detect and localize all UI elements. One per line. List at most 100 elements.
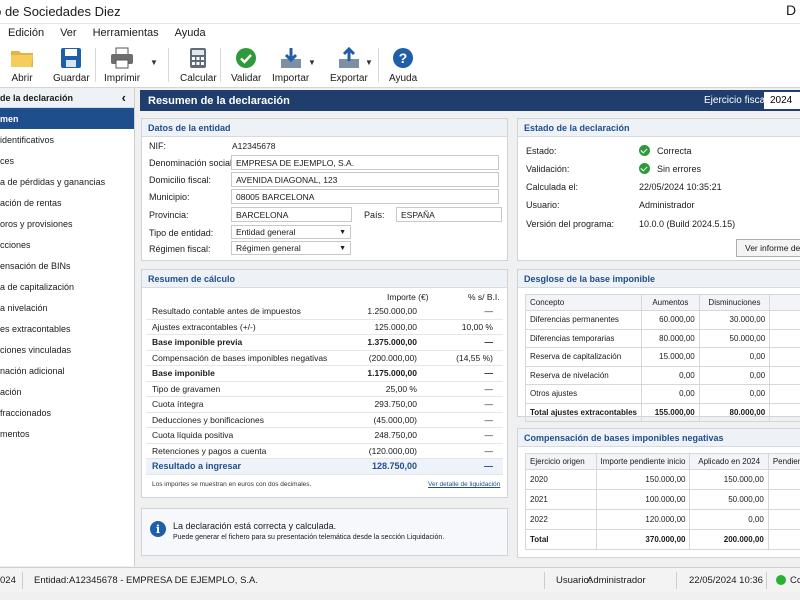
entity-panel-title: Datos de la entidad	[142, 119, 507, 137]
sidebar-item-adicional[interactable]: nación adicional	[0, 360, 134, 381]
menu-edicion[interactable]: Edición	[0, 27, 52, 39]
table-row: 2020 150.000,00 150.000,00	[525, 469, 800, 490]
status-separator	[676, 572, 677, 589]
print-dropdown-icon[interactable]: ▼	[150, 58, 158, 67]
calc-panel: Resumen de cálculo Importe (€) % s/ B.I.…	[141, 269, 508, 498]
toolbar: Abrir Guardar Imprimir ▼ Calcular Valida…	[0, 42, 800, 88]
collapse-icon[interactable]: ‹	[122, 90, 126, 105]
printer-icon	[110, 46, 134, 70]
status-bar: 024 Entidad: A12345678 - EMPRESA DE EJEM…	[0, 567, 800, 592]
calc-date-label: Calculada el:	[526, 182, 579, 192]
calc-date-value: 22/05/2024 10:35:21	[639, 182, 722, 192]
entity-type-select[interactable]: Entidad general ▼	[231, 225, 351, 239]
sidebar-item-liquidacion[interactable]: ación	[0, 381, 134, 402]
window-controls-glyph[interactable]: D	[786, 2, 796, 18]
nif-label: NIF:	[149, 141, 166, 151]
calc-row: Tipo de gravamen 25,00 % —	[146, 382, 503, 397]
regime-label: Régimen fiscal:	[149, 244, 211, 254]
sidebar-item-vinculadas[interactable]: ciones vinculadas	[0, 339, 134, 360]
status-separator	[544, 572, 545, 589]
status-entity: A12345678 - EMPRESA DE EJEMPLO, S.A.	[69, 575, 259, 586]
table-row: Otros ajustes 0,00 0,00	[525, 384, 800, 404]
sidebar-item-provisiones[interactable]: oros y provisiones	[0, 213, 134, 234]
sidebar-item-deducciones[interactable]: cciones	[0, 234, 134, 255]
table-total-row: Total ajustes extracontables 155.000,00 80…	[525, 402, 800, 422]
open-button[interactable]: Abrir	[10, 46, 34, 84]
table-row: Diferencias temporarias 80.000,00 50.000,0…	[525, 328, 800, 348]
validation-report-button[interactable]: Ver informe de validación	[736, 239, 800, 257]
address-label: Domicilio fiscal:	[149, 175, 212, 185]
regime-select[interactable]: Régimen general ▼	[231, 241, 351, 255]
export-icon	[338, 46, 360, 70]
sidebar-item-resumen[interactable]: men	[0, 108, 134, 129]
toolbar-separator	[378, 48, 379, 82]
country-label: País:	[364, 210, 385, 220]
floppy-icon	[60, 46, 82, 70]
connection-status-icon	[776, 575, 786, 585]
type-label: Tipo de entidad:	[149, 228, 214, 238]
validate-button[interactable]: Validar	[231, 46, 261, 84]
sidebar-item-extracontables[interactable]: es extracontables	[0, 318, 134, 339]
liquidation-detail-link[interactable]: Ver detalle de liquidación	[428, 481, 500, 488]
sidebar-item-balances[interactable]: ces	[0, 150, 134, 171]
import-button[interactable]: Importar	[272, 46, 309, 84]
calc-row: Base imponible 1.175.000,00—	[146, 366, 503, 382]
calc-row: Cuota líquida positiva 248.750,00—	[146, 428, 503, 444]
menu-ver[interactable]: Ver	[52, 27, 85, 39]
table-row: Reserva de nivelación 0,00 0,00	[525, 365, 800, 385]
version-label: Versión del programa:	[526, 219, 615, 229]
version-value: 10.0.0 (Build 2024.5.15)	[639, 219, 736, 229]
export-dropdown-icon[interactable]: ▼	[365, 58, 373, 67]
pct-column-header: % s/ B.I.	[468, 292, 500, 302]
calculator-icon	[189, 46, 207, 70]
menu-herramientas[interactable]: Herramientas	[85, 27, 167, 39]
status-entity-label: Entidad:	[34, 575, 69, 586]
state-label: Estado:	[526, 146, 557, 156]
export-button[interactable]: Exportar	[330, 46, 368, 84]
page-title: Resumen de la declaración	[148, 94, 290, 107]
bins-table: Ejercicio origen Importe pendiente inici…	[525, 453, 800, 550]
table-row: Reserva de capitalización15.000,000,001	[525, 347, 800, 367]
import-dropdown-icon[interactable]: ▼	[308, 58, 316, 67]
calculate-button[interactable]: Calcular	[180, 46, 217, 84]
validation-label: Validación:	[526, 164, 570, 174]
calc-footnote: Los importes se muestran en euros con do…	[152, 481, 312, 488]
sidebar-item-capitalizacion[interactable]: a de capitalización	[0, 276, 134, 297]
sidebar-item-nivelacion[interactable]: a nivelación	[0, 297, 134, 318]
check-circle-icon	[639, 145, 650, 156]
state-value: Correcta	[657, 146, 692, 156]
save-button[interactable]: Guardar	[53, 46, 90, 84]
sidebar-item-perdidas-ganancias[interactable]: a de pérdidas y ganancias	[0, 171, 134, 192]
address-field[interactable]: AVENIDA DIAGONAL, 123	[231, 172, 499, 187]
sidebar-item-documentos[interactable]: mentos	[0, 423, 134, 444]
sidebar-item-fraccionados[interactable]: fraccionados	[0, 402, 134, 423]
status-panel: Estado de la declaración Estado: Correct…	[517, 118, 800, 261]
calc-row: Cuota íntegra 293.750,00—	[146, 397, 503, 413]
menu-ayuda[interactable]: Ayuda	[167, 27, 214, 39]
sidebar-item-identificativos[interactable]: identificativos	[0, 129, 134, 150]
province-field[interactable]: BARCELONA	[231, 207, 352, 222]
help-button[interactable]: ? Ayuda	[389, 46, 417, 84]
status-separator	[22, 572, 23, 589]
city-field[interactable]: 08005 BARCELONA	[231, 189, 499, 204]
status-connection: Co	[790, 575, 800, 586]
breakdown-panel: Desglose de la base imponible Concepto A…	[517, 269, 800, 422]
fiscal-year-label: Ejercicio fiscal:	[704, 95, 771, 106]
toolbar-separator	[220, 48, 221, 82]
name-field[interactable]: EMPRESA DE EJEMPLO, S.A.	[231, 155, 499, 170]
table-total-row: Total370.000,00200.000,00170	[525, 529, 800, 550]
sidebar-item-rentas[interactable]: ación de rentas	[0, 192, 134, 213]
folder-icon	[10, 46, 34, 70]
menu-bar: Edición Ver Herramientas Ayuda	[0, 24, 800, 42]
status-year: 024	[0, 575, 16, 586]
print-button[interactable]: Imprimir	[104, 46, 140, 84]
country-field[interactable]: ESPAÑA	[396, 207, 502, 222]
nif-value: A12345678	[232, 141, 276, 151]
import-icon	[280, 46, 302, 70]
navigation-sidebar: de la declaración ‹ men identificativos …	[0, 88, 135, 566]
table-header-row: Ejercicio origen Importe pendiente inici…	[525, 453, 800, 470]
province-label: Provincia:	[149, 210, 189, 220]
svg-text:?: ?	[399, 50, 408, 66]
fiscal-year-select[interactable]: 2024	[764, 92, 800, 109]
sidebar-item-bins[interactable]: ensación de BINs	[0, 255, 134, 276]
